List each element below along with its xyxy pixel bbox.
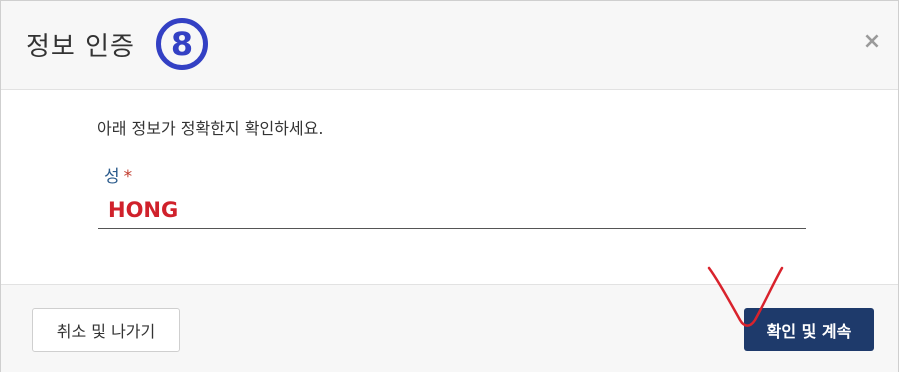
last-name-label-text: 성: [104, 167, 120, 187]
step-number-badge: 8: [156, 18, 208, 70]
dialog-header: 정보 인증 8 ×: [1, 1, 898, 90]
last-name-label: 성 *: [104, 162, 132, 187]
dialog-body: 아래 정보가 정확한지 확인하세요. 성 *: [1, 90, 898, 284]
verification-dialog: 정보 인증 8 × 아래 정보가 정확한지 확인하세요. 성* 취소 및 나가기…: [0, 0, 899, 372]
confirm-and-continue-button[interactable]: 확인 및 계속: [744, 308, 874, 351]
cancel-and-exit-button[interactable]: 취소 및 나가기: [32, 308, 180, 352]
dialog-footer: 취소 및 나가기 확인 및 계속: [1, 284, 898, 372]
last-name-input[interactable]: [98, 191, 806, 229]
instruction-text: 아래 정보가 정확한지 확인하세요.: [97, 119, 324, 138]
dialog-title: 정보 인증: [26, 32, 135, 62]
required-marker: *: [123, 167, 133, 187]
close-icon[interactable]: ×: [858, 28, 886, 56]
